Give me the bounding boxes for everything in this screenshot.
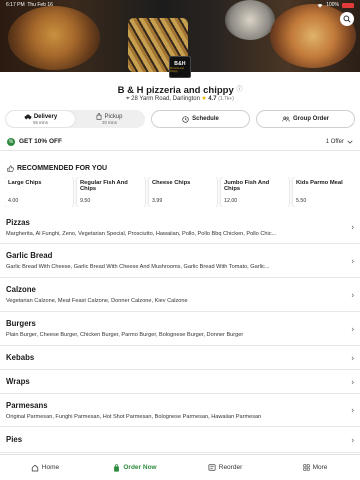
grid-icon: [303, 464, 310, 471]
clock-icon: [182, 115, 189, 123]
restaurant-rating: 4.7: [208, 96, 217, 102]
location-pin-icon: ⌖: [126, 96, 130, 102]
info-icon[interactable]: ⓘ: [236, 87, 242, 93]
chevron-right-icon: ›: [351, 256, 354, 265]
nav-home-label: Home: [41, 464, 60, 471]
recommended-item-name: Large Chips: [8, 180, 42, 186]
category-items: Vegetarian Calzone, Meat Feast Calzone, …: [6, 298, 188, 304]
chevron-right-icon: ›: [351, 324, 354, 333]
category-items: Margherita, Al Funghi, Zeno, Vegetarian …: [6, 230, 277, 237]
receipt-icon: [208, 464, 216, 471]
status-date: Thu Feb 16: [27, 2, 53, 8]
chevron-down-icon: [347, 140, 353, 144]
order-options: Delivery 55 mins Pickup 20 mins Schedule…: [5, 110, 355, 128]
recommended-card[interactable]: Regular Fish And Chips 9.50: [77, 177, 145, 207]
status-time: 6:17 PM: [6, 2, 25, 8]
recommended-heading: RECOMMENDED FOR YOU: [7, 165, 107, 172]
nav-reorder-label: Reorder: [218, 464, 243, 471]
recommended-carousel: Large Chips 4.00 Regular Fish And Chips …: [5, 177, 360, 207]
pickup-option[interactable]: Pickup 20 mins: [75, 111, 144, 127]
group-order-button[interactable]: Group Order: [256, 110, 355, 128]
category-name: Kebabs: [6, 353, 35, 362]
search-button[interactable]: [340, 12, 354, 26]
category-items: Original Parmesan, Funghi Parmesan, Hot …: [6, 413, 262, 420]
recommended-item-price: 4.00: [8, 198, 19, 204]
category-name: Calzone: [6, 285, 36, 294]
chevron-right-icon: ›: [351, 290, 354, 299]
menu-category-kebabs[interactable]: Kebabs ›: [0, 346, 360, 370]
recommended-card[interactable]: Kids Parmo Meal 5.50: [293, 177, 360, 207]
chevron-right-icon: ›: [351, 405, 354, 415]
nav-order-now-label: Order Now: [123, 464, 157, 471]
car-icon: [24, 114, 32, 120]
pickup-label: Pickup: [104, 113, 123, 120]
menu-category-list: Pizzas Margherita, Al Funghi, Zeno, Vege…: [0, 211, 360, 453]
category-name: Garlic Bread: [6, 251, 53, 260]
category-name: Pies: [6, 435, 23, 444]
order-mode-toggle: Delivery 55 mins Pickup 20 mins: [5, 110, 145, 128]
wifi-icon: [317, 3, 323, 8]
battery-percent: 100%: [326, 2, 339, 8]
recommended-item-name: Kids Parmo Meal: [296, 180, 343, 186]
schedule-button[interactable]: Schedule: [151, 110, 250, 128]
chevron-right-icon: ›: [351, 222, 354, 232]
home-icon: [31, 464, 39, 472]
restaurant-name: B & H pizzeria and chippy ⓘ: [117, 85, 243, 96]
recommended-item-name: Jumbo Fish And Chips: [224, 180, 270, 193]
group-icon: [282, 116, 290, 122]
recommended-item-price: 9.50: [80, 198, 91, 204]
schedule-label: Schedule: [192, 116, 219, 122]
menu-category-burgers[interactable]: Burgers Plain Burger, Cheese Burger, Chi…: [0, 312, 360, 346]
recommended-item-price: 12.00: [224, 198, 238, 204]
category-items: Plain Burger, Cheese Burger, Chicken Bur…: [6, 332, 244, 338]
recommended-item-name: Regular Fish And Chips: [80, 180, 128, 193]
category-name: Wraps: [6, 377, 30, 386]
order-bag-icon: [113, 463, 120, 472]
category-items: Garlic Bread With Cheese, Garlic Bread W…: [6, 264, 270, 270]
nav-reorder[interactable]: Reorder: [180, 455, 270, 480]
offer-count: 1 Offer: [325, 138, 344, 145]
recommended-card[interactable]: Jumbo Fish And Chips 12.00: [221, 177, 289, 207]
category-name: Pizzas: [6, 217, 30, 227]
discount-icon: %: [7, 137, 15, 146]
category-name: Burgers: [6, 319, 36, 328]
menu-category-wraps[interactable]: Wraps ›: [0, 370, 360, 394]
nav-more-label: More: [312, 464, 328, 471]
group-order-label: Group Order: [292, 116, 329, 122]
restaurant-address: 28 Yarm Road, Darlington: [131, 96, 200, 102]
offer-label: GET 10% OFF: [19, 138, 62, 145]
offer-banner[interactable]: % GET 10% OFF 1 Offer: [0, 133, 360, 151]
menu-category-pies[interactable]: Pies ›: [0, 427, 360, 453]
star-icon: ★: [201, 96, 207, 102]
delivery-time: 55 mins: [33, 119, 48, 125]
recommended-item-price: 3.99: [152, 198, 163, 204]
recommended-card[interactable]: Large Chips 4.00: [5, 177, 73, 207]
pickup-time: 20 mins: [102, 120, 117, 125]
restaurant-meta: ⌖ 28 Yarm Road, Darlington ★ 4.7 (1.7k+): [0, 96, 360, 103]
rating-count: (1.7k+): [218, 96, 234, 102]
burger-image: [8, 6, 100, 70]
bag-icon: [96, 113, 102, 120]
category-name: Parmesans: [6, 400, 48, 410]
nav-home[interactable]: Home: [0, 455, 90, 480]
status-bar: 6:17 PM Thu Feb 16 100%: [0, 0, 360, 10]
chevron-right-icon: ›: [351, 377, 354, 386]
nav-order-now[interactable]: Order Now: [90, 455, 180, 480]
recommended-item-name: Cheese Chips: [152, 180, 191, 186]
nav-more[interactable]: More: [270, 455, 360, 480]
menu-category-parmesans[interactable]: Parmesans Original Parmesan, Funghi Parm…: [0, 394, 360, 427]
chevron-right-icon: ›: [351, 353, 354, 362]
search-icon: [343, 15, 351, 23]
restaurant-logo: B&H Pizzeria and Chippy: [169, 56, 191, 78]
thumbs-up-icon: [7, 165, 14, 172]
bottom-nav: Home Order Now Reorder More: [0, 454, 360, 480]
menu-category-pizzas[interactable]: Pizzas Margherita, Al Funghi, Zeno, Vege…: [0, 211, 360, 244]
recommended-item-price: 5.50: [296, 198, 307, 204]
delivery-option[interactable]: Delivery 55 mins: [6, 111, 75, 127]
menu-category-garlic-bread[interactable]: Garlic Bread Garlic Bread With Cheese, G…: [0, 244, 360, 278]
chevron-right-icon: ›: [351, 435, 354, 444]
menu-category-calzone[interactable]: Calzone Vegetarian Calzone, Meat Feast C…: [0, 278, 360, 312]
battery-icon: [342, 2, 354, 8]
recommended-card[interactable]: Cheese Chips 3.99: [149, 177, 217, 207]
